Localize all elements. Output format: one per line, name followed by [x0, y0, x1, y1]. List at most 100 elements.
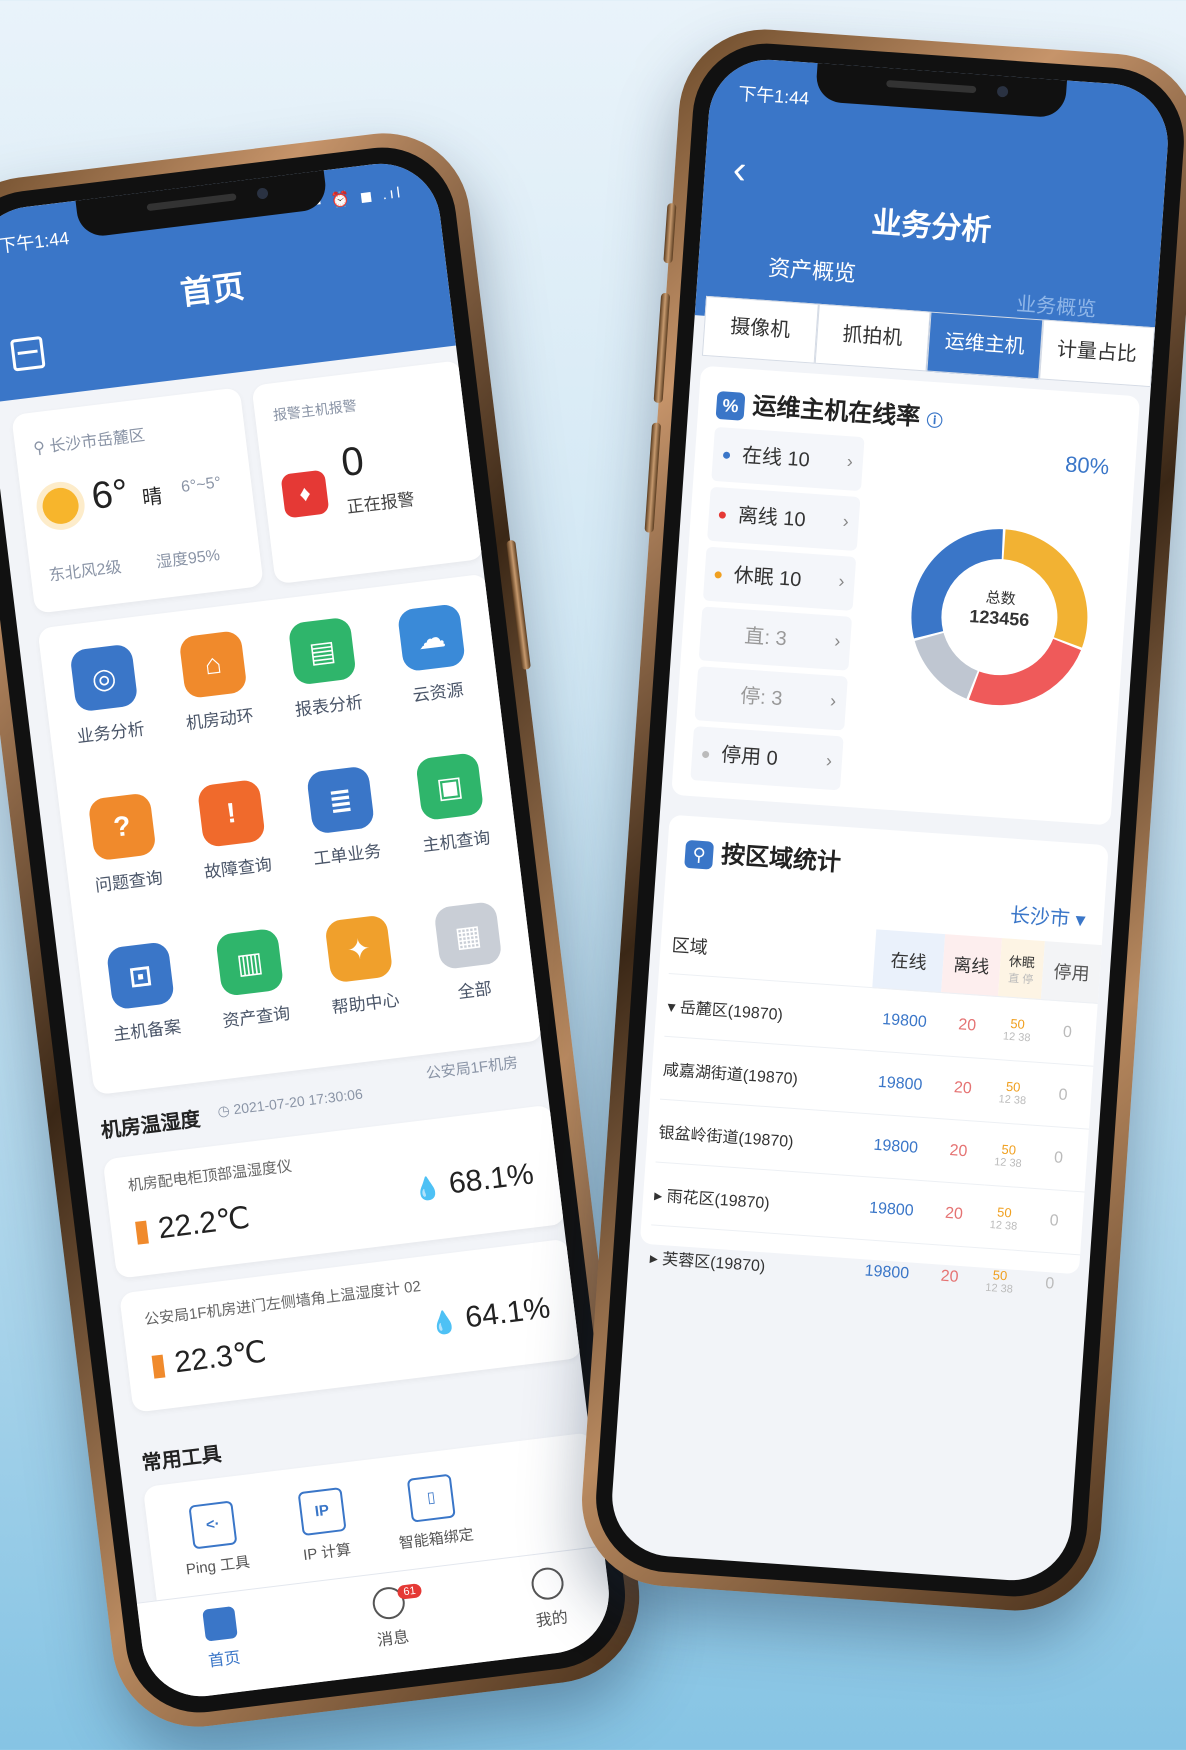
offline-count: 20: [936, 992, 998, 1060]
status-row[interactable]: 直: 3 ›: [698, 606, 853, 671]
grid-item[interactable]: ! 故障查询: [178, 777, 289, 885]
chevron-right-icon: ›: [829, 690, 837, 711]
chevron-right-icon: ›: [842, 510, 850, 532]
grid-item[interactable]: ◎ 业务分析: [50, 641, 161, 749]
volume-button: [644, 422, 662, 533]
status-label: 停用 0: [720, 744, 779, 770]
online-rate-panel: % 运维主机在线率 ⓘ 80% 在线 10 › 离线 10 › 休眠 10 › 直: 3 › 停:…: [671, 365, 1141, 826]
user-icon: [529, 1565, 566, 1602]
grid-icon: ✦: [324, 914, 394, 984]
status-row[interactable]: 离线 10 ›: [707, 486, 861, 552]
grid-label: 机房动环: [184, 706, 255, 734]
bell-icon: ♦: [280, 469, 330, 519]
mute-switch: [663, 202, 677, 264]
sleep-count: 50 12 38: [984, 1122, 1033, 1189]
weather-location: ⚲ 长沙市岳麓区: [32, 427, 146, 458]
grid-icon: ⌂: [178, 629, 248, 700]
scan-icon[interactable]: [9, 335, 46, 372]
chevron-right-icon: ›: [825, 750, 833, 771]
grid-item[interactable]: ✦ 帮助中心: [305, 912, 416, 1020]
location-pin-icon: ⚲: [32, 439, 47, 458]
grid-label: 全部: [456, 979, 493, 1003]
grid-item[interactable]: ▥ 资产查询: [196, 925, 307, 1033]
offline-count: 20: [923, 1181, 985, 1248]
grid-item[interactable]: ? 问题查询: [69, 790, 180, 898]
message-badge: 61: [396, 1583, 423, 1600]
droplet-icon: 💧: [428, 1308, 460, 1337]
sensor-name: 公安局1F机房进门左侧墙角上温湿度计 02: [143, 1277, 422, 1329]
grid-item[interactable]: ≣ 工单业务: [287, 763, 398, 871]
chevron-right-icon: ›: [833, 630, 842, 652]
status-label: 休眠 10: [732, 564, 803, 592]
grid-label: 故障查询: [203, 854, 274, 883]
tab-mine[interactable]: 我的: [486, 1560, 613, 1636]
alarm-card[interactable]: 报警主机报警 ♦ 0 正在报警: [251, 360, 485, 585]
home-screen: 下午1:44 ▪ ⏰ ◼ .ıl 首页 ⚲ 长沙市岳麓区 6° 晴 6°~5° …: [0, 156, 616, 1704]
status-row[interactable]: 停用 0 ›: [690, 726, 844, 791]
status-row[interactable]: 停: 3 ›: [694, 666, 848, 731]
room-location-select[interactable]: 公安局1F机房: [425, 1051, 519, 1083]
status-row[interactable]: 在线 10 ›: [711, 426, 865, 492]
status-dot: [718, 511, 727, 520]
grid-item[interactable]: ☁ 云资源: [378, 601, 489, 709]
chevron-right-icon: ›: [846, 451, 854, 472]
smart-box-tool[interactable]: ▯ 智能箱绑定: [374, 1470, 492, 1556]
stop-count: 0: [1023, 1188, 1085, 1255]
grid-item[interactable]: ▦ 全部: [415, 899, 526, 1007]
sleep-count: 50 12 38: [993, 996, 1042, 1063]
grid-label: 资产查询: [221, 1003, 292, 1031]
weather-condition: 晴: [141, 485, 164, 510]
grid-item[interactable]: ⌂ 机房动环: [160, 628, 271, 736]
grid-icon: ▥: [215, 927, 285, 997]
back-icon[interactable]: ‹: [731, 148, 747, 194]
weather-card[interactable]: ⚲ 长沙市岳麓区 6° 晴 6°~5° 东北风2级 湿度95%: [11, 387, 264, 614]
offline-count: 20: [932, 1055, 994, 1123]
device-icon: ▯: [406, 1473, 456, 1523]
alarm-label: 报警主机报警: [272, 397, 358, 424]
stop-count: 0: [1028, 1125, 1089, 1192]
alarm-status: 正在报警: [345, 489, 416, 517]
device-tab[interactable]: 抓拍机: [814, 303, 931, 372]
sleep-count: 50 12 38: [975, 1247, 1024, 1314]
device-tab[interactable]: 计量占比: [1038, 319, 1156, 388]
device-tab[interactable]: 运维主机: [926, 311, 1043, 380]
page-title: 首页: [178, 268, 247, 312]
tab-business-overview[interactable]: 业务概览: [1015, 288, 1097, 323]
grid-label: 云资源: [411, 680, 465, 706]
status-label: 离线 10: [737, 504, 807, 532]
grid-item[interactable]: ▣ 主机查询: [396, 750, 507, 858]
stop-count: 0: [1036, 999, 1098, 1067]
device-tab[interactable]: 摄像机: [701, 295, 819, 364]
ip-calc-tool[interactable]: IP IP 计算: [265, 1483, 383, 1569]
tab-home[interactable]: 首页: [159, 1601, 286, 1677]
status-row[interactable]: 休眠 10 ›: [702, 546, 857, 611]
offline-count: 20: [919, 1243, 980, 1311]
sensor-humidity: 💧 68.1%: [412, 1157, 536, 1203]
sleep-count: 50 12 38: [979, 1184, 1029, 1251]
status-dot: [722, 451, 731, 460]
ping-tool[interactable]: <· Ping 工具: [156, 1496, 274, 1582]
right-phone-bezel: 下午1:44 ‹ 业务分析 资产概览 业务概览 摄像机 抓拍机 运维主机 计量占比 %…: [591, 38, 1186, 1602]
grid-icon: ▣: [415, 752, 485, 822]
grid-label: 主机备案: [112, 1017, 183, 1045]
donut-center: 总数 123456: [954, 584, 1047, 632]
percent-icon: %: [715, 390, 746, 421]
weather-humidity: 湿度95%: [155, 546, 221, 572]
grid-item[interactable]: ⊡ 主机备案: [87, 939, 198, 1047]
sun-icon: [40, 485, 81, 526]
tab-asset-overview[interactable]: 资产概览: [767, 250, 857, 288]
right-phone-frame: 下午1:44 ‹ 业务分析 资产概览 业务概览 摄像机 抓拍机 运维主机 计量占比 %…: [576, 23, 1186, 1617]
tab-messages[interactable]: 61 消息: [327, 1580, 454, 1656]
sensor-humidity: 💧 64.1%: [428, 1291, 552, 1337]
grid-item[interactable]: ▤ 报表分析: [269, 614, 380, 722]
room-section-title: 机房温湿度: [99, 1108, 202, 1143]
grid-icon: ◎: [69, 643, 139, 713]
donut-segment: [914, 632, 978, 699]
thermometer-icon: ▮: [131, 1213, 153, 1249]
city-dropdown[interactable]: 长沙市 ▾: [1009, 899, 1086, 933]
grid-icon: ?: [87, 792, 157, 862]
stop-count: 0: [1019, 1250, 1081, 1318]
col-online: 在线: [872, 929, 946, 993]
online-count: 19800: [850, 1239, 924, 1307]
status-icons: ▪ ⏰ ◼ .ıl: [314, 183, 404, 212]
